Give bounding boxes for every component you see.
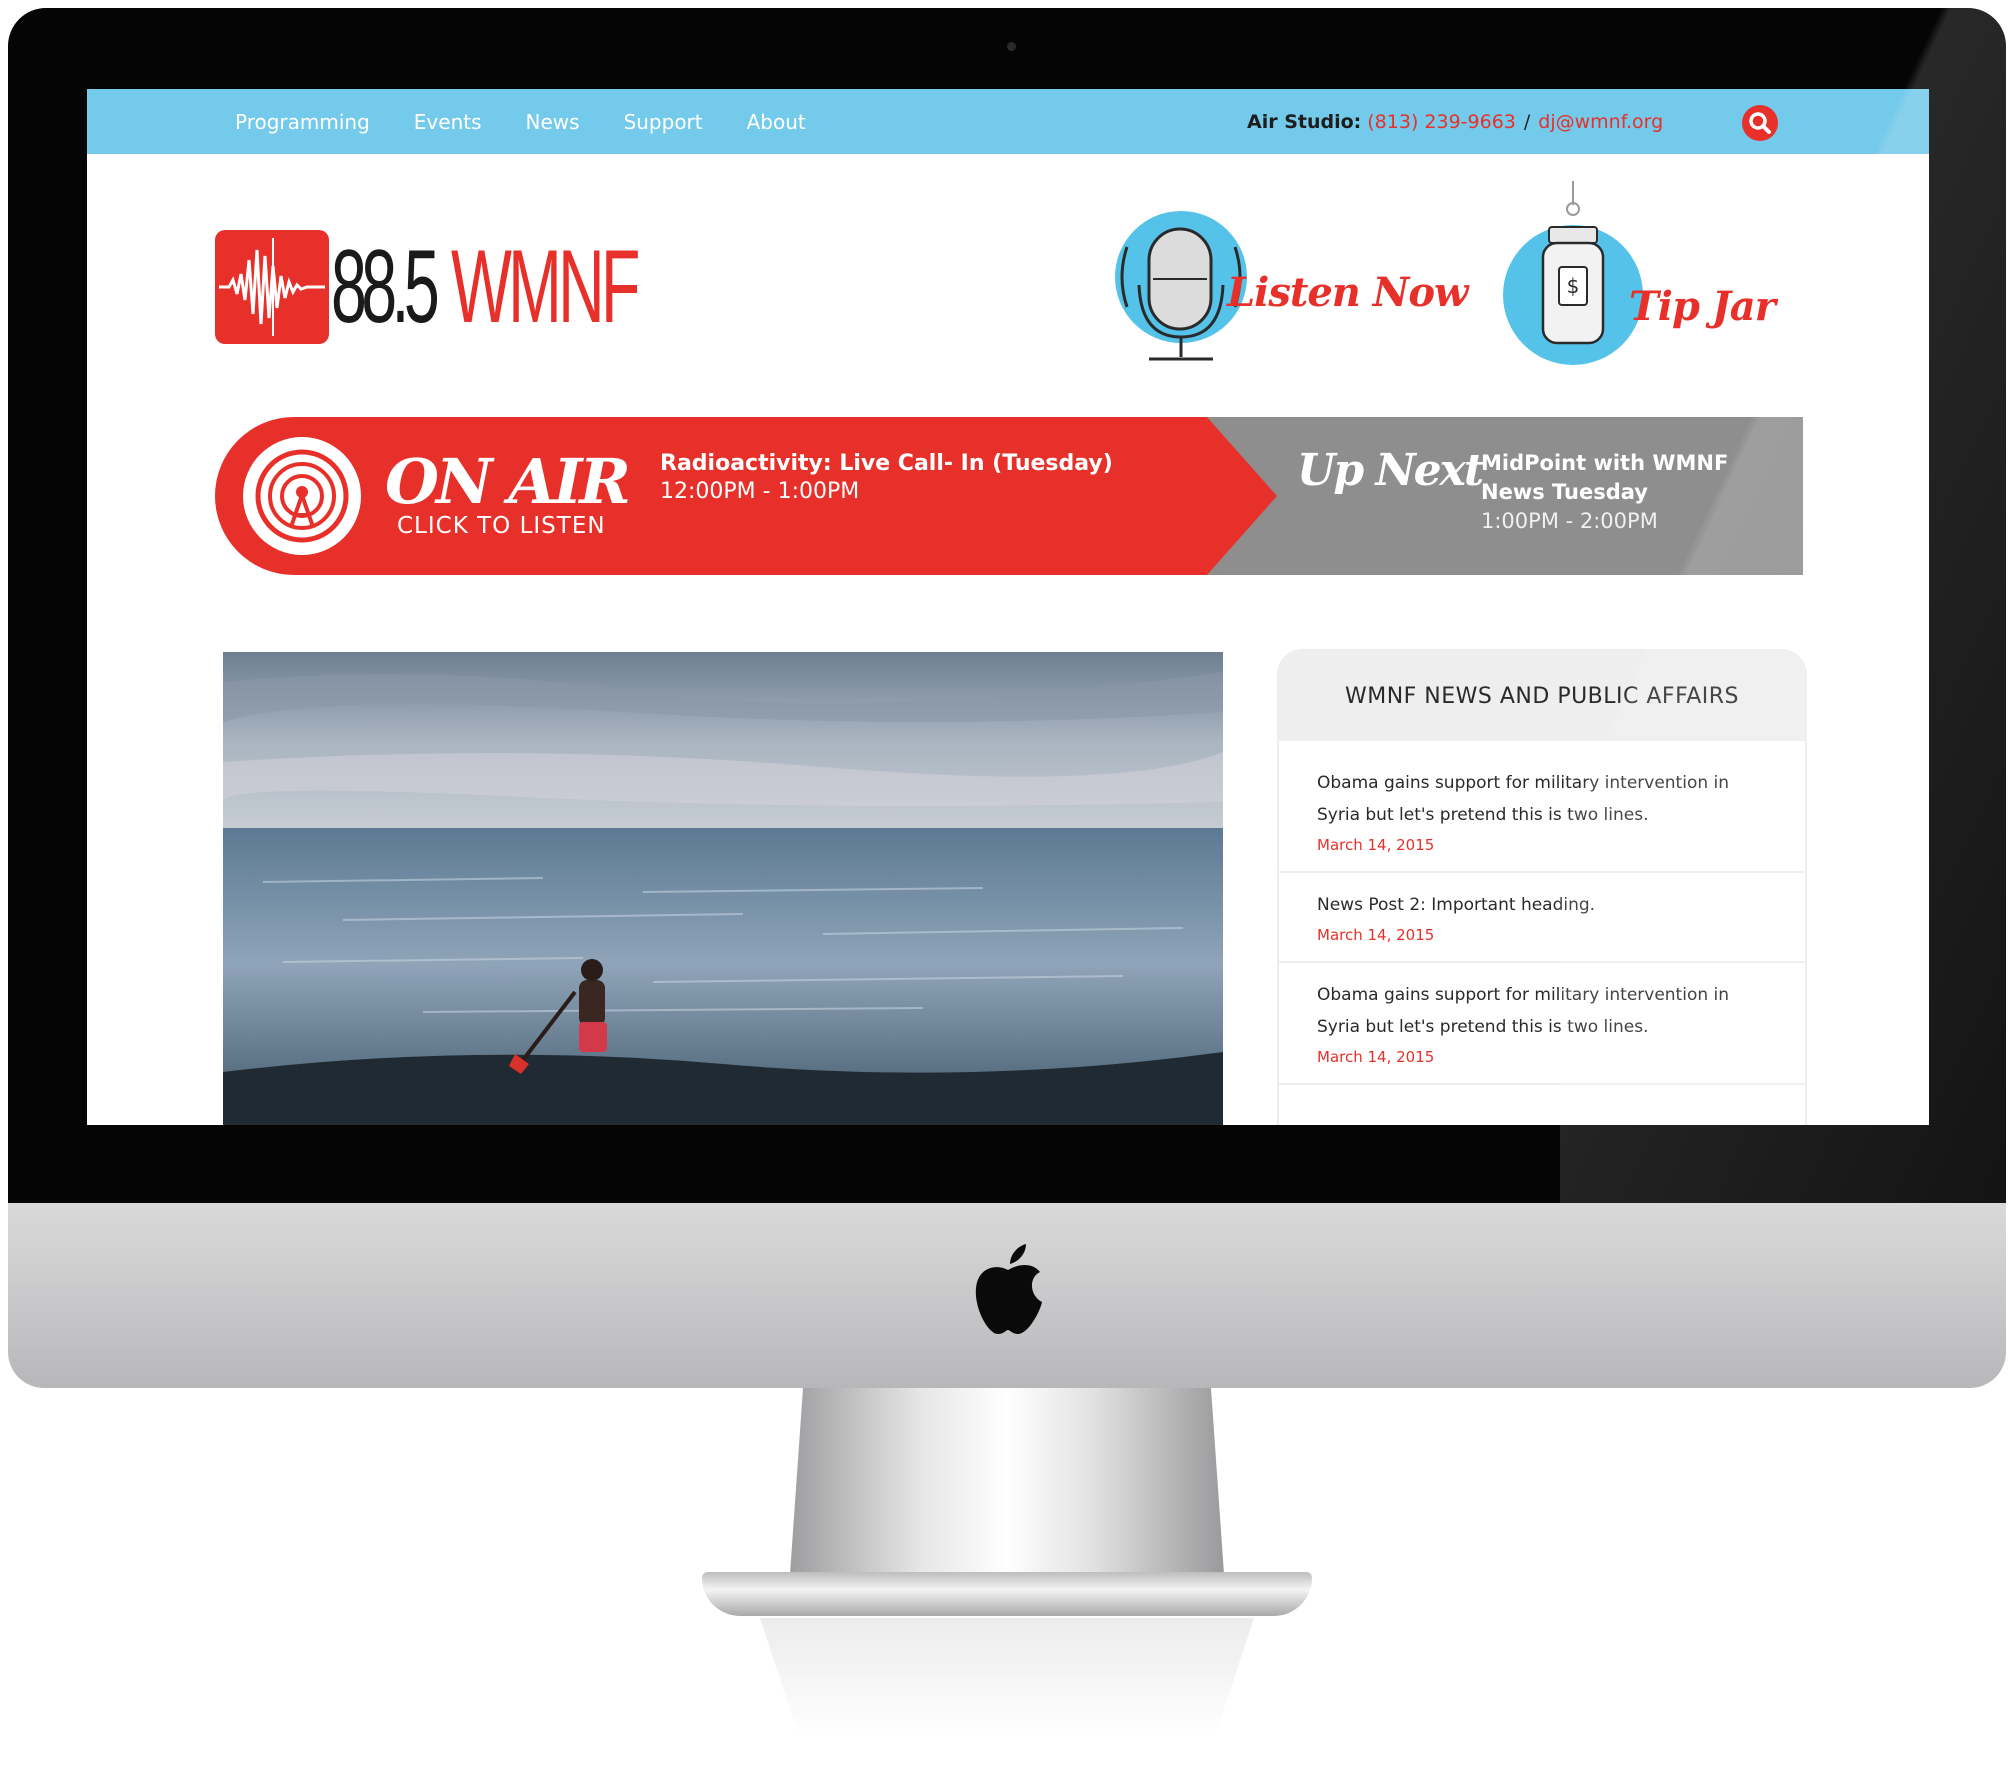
search-icon xyxy=(1749,112,1771,134)
apple-logo-icon xyxy=(975,1244,1042,1334)
nav-about[interactable]: About xyxy=(747,110,806,134)
nav-support[interactable]: Support xyxy=(624,110,703,134)
nav-events[interactable]: Events xyxy=(414,110,482,134)
up-next-show-name: MidPoint with WMNF News Tuesday xyxy=(1481,451,1729,504)
tip-jar-button[interactable]: $ Tip Jar xyxy=(1499,181,1799,367)
logo-call-sign: WMNF xyxy=(451,229,640,345)
tip-jar-symbol: $ xyxy=(1567,274,1580,298)
air-studio-phone-link[interactable]: (813) 239-9663 xyxy=(1367,111,1516,133)
news-item[interactable]: Obama gains support for military interve… xyxy=(1279,741,1805,873)
nav-news[interactable]: News xyxy=(526,110,580,134)
top-bar: Programming Events News Support About Ai… xyxy=(87,89,1929,154)
news-panel: WMNF NEWS AND PUBLIC AFFAIRS Obama gains… xyxy=(1277,649,1807,1125)
tip-jar-label: Tip Jar xyxy=(1629,283,1776,330)
search-button[interactable] xyxy=(1742,105,1778,141)
news-item[interactable]: Obama gains support for military interve… xyxy=(1279,963,1805,1085)
logo-waveform-icon xyxy=(215,230,329,344)
news-panel-heading: WMNF NEWS AND PUBLIC AFFAIRS xyxy=(1279,651,1805,741)
radio-tower-icon xyxy=(243,437,361,555)
news-item[interactable]: News Post 2: Important heading. March 14… xyxy=(1279,873,1805,963)
camera-icon xyxy=(1007,42,1016,51)
air-studio-contact: Air Studio: (813) 239-9663 / dj@wmnf.org xyxy=(1247,89,1663,154)
site-logo[interactable]: 88.5 WMNF xyxy=(215,227,640,347)
news-item-date: March 14, 2015 xyxy=(1317,836,1435,854)
air-studio-email-link[interactable]: dj@wmnf.org xyxy=(1538,111,1663,133)
logo-frequency: 88.5 xyxy=(331,229,440,345)
air-studio-separator: / xyxy=(1523,110,1531,133)
tip-jar-icon: $ xyxy=(1503,181,1643,365)
on-air-title: ON AIR xyxy=(385,445,631,518)
hero-image[interactable] xyxy=(223,652,1223,1125)
air-studio-label: Air Studio: xyxy=(1247,110,1362,133)
news-item-title: Obama gains support for military interve… xyxy=(1317,985,1730,1037)
monitor-foot xyxy=(702,1572,1312,1616)
news-item-title: Obama gains support for military interve… xyxy=(1317,773,1730,825)
on-air-show-time: 12:00PM - 1:00PM xyxy=(660,479,860,504)
main-nav: Programming Events News Support About xyxy=(235,89,806,154)
up-next-title: Up Next xyxy=(1297,445,1484,496)
up-next-show-time: 1:00PM - 2:00PM xyxy=(1481,509,1658,533)
news-item-date: March 14, 2015 xyxy=(1317,1048,1435,1066)
news-item-date: March 14, 2015 xyxy=(1317,926,1435,944)
nav-programming[interactable]: Programming xyxy=(235,110,370,134)
listen-now-button[interactable]: Listen Now xyxy=(1109,207,1468,367)
on-air-bar[interactable]: ON AIR CLICK TO LISTEN Radioactivity: Li… xyxy=(215,417,1803,575)
listen-now-label: Listen Now xyxy=(1227,269,1468,316)
monitor-stand xyxy=(790,1388,1224,1574)
on-air-show-name: Radioactivity: Live Call- In (Tuesday) xyxy=(660,451,1113,476)
website-screen: Programming Events News Support About Ai… xyxy=(87,89,1929,1125)
stand-reflection xyxy=(760,1618,1254,1738)
news-item-title: News Post 2: Important heading. xyxy=(1317,895,1596,915)
on-air-click-to-listen: CLICK TO LISTEN xyxy=(397,513,606,539)
